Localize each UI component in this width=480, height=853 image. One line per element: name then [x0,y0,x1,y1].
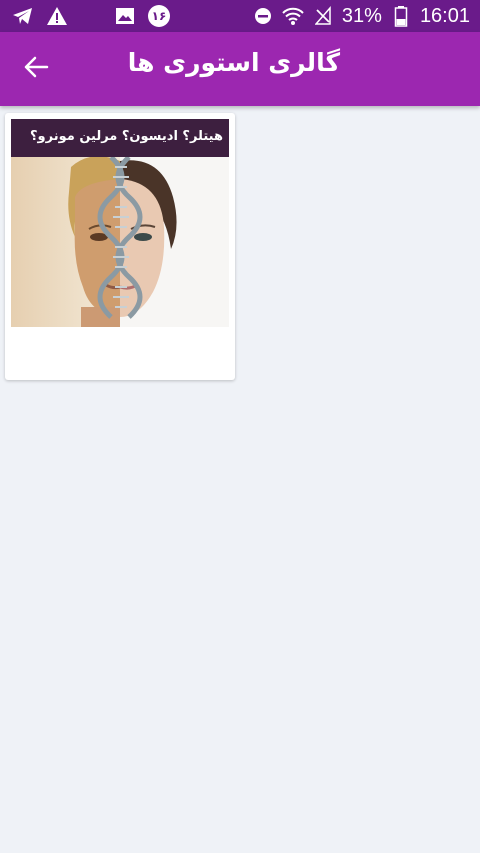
status-bar: ۱۶ 31% 16:01 [0,0,480,32]
battery-icon [390,5,412,27]
do-not-disturb-icon [252,5,274,27]
thumbnail-caption: هیتلر؟ ادیسون؟ مرلین مونرو؟ [11,119,229,157]
wifi-icon [282,5,304,27]
warning-icon [46,5,68,27]
face-dna-illustration [11,157,229,327]
app-bar: گالری استوری ها [0,32,480,106]
story-thumbnail[interactable]: هیتلر؟ ادیسون؟ مرلین مونرو؟ [11,119,229,327]
clock: 16:01 [419,4,470,27]
arrow-left-icon [23,55,49,83]
back-button[interactable] [20,54,52,84]
no-signal-icon [312,5,334,27]
moon-icon [80,5,102,27]
status-left-icons: ۱۶ [12,5,170,27]
gallery-item[interactable]: هیتلر؟ ادیسون؟ مرلین مونرو؟ [5,113,235,380]
battery-percent: 31% [341,4,382,27]
image-icon [114,5,136,27]
telegram-icon [12,5,34,27]
calendar-badge-icon: ۱۶ [148,5,170,27]
status-right-icons: 31% 16:01 [252,5,470,28]
page-title: گالری استوری ها [127,48,340,77]
